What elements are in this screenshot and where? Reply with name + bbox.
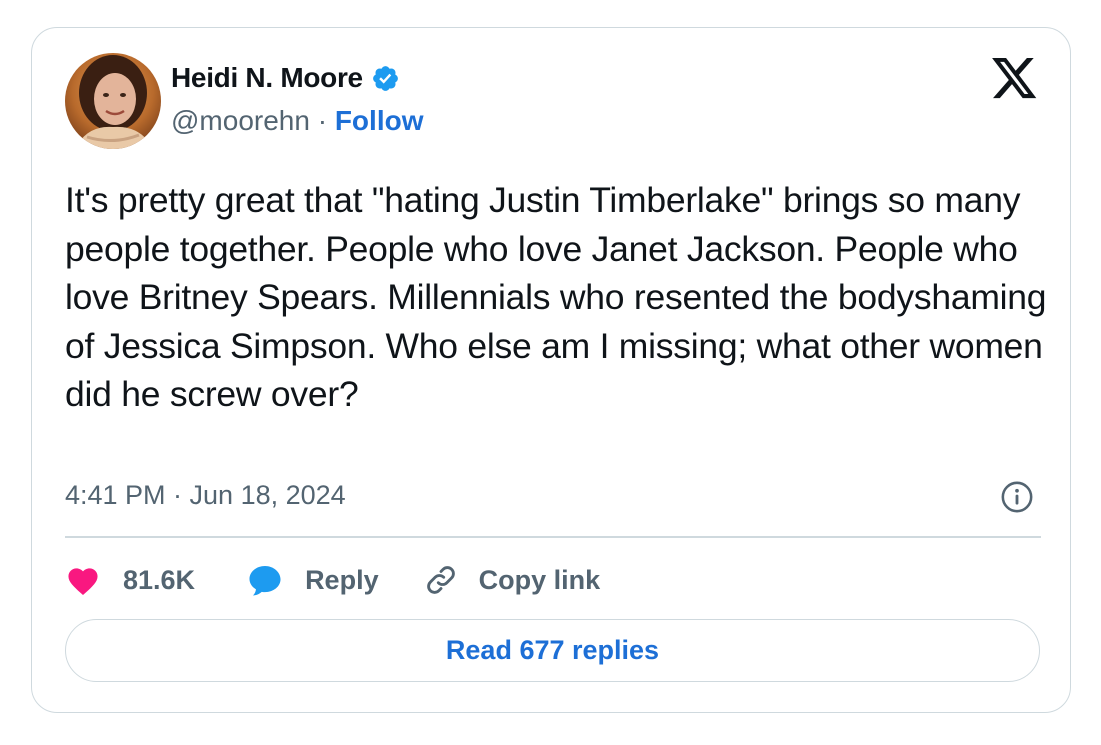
heart-icon	[65, 564, 101, 596]
tweet-timestamp[interactable]: 4:41 PM · Jun 18, 2024	[65, 480, 346, 511]
avatar-image	[65, 53, 161, 149]
copy-link-label: Copy link	[478, 564, 601, 595]
tweet-card: Heidi N. Moore @moorehn · Follow It's pr…	[31, 27, 1071, 713]
avatar[interactable]	[65, 53, 161, 149]
x-logo-icon[interactable]	[992, 58, 1038, 100]
like-count: 81.6K	[123, 564, 196, 595]
link-icon	[423, 562, 459, 598]
like-button[interactable]: 81.6K	[65, 564, 195, 596]
read-replies-button[interactable]: Read 677 replies	[65, 619, 1040, 682]
author-display-name[interactable]: Heidi N. Moore	[171, 62, 363, 94]
tweet-text: It's pretty great that "hating Justin Ti…	[65, 180, 1047, 414]
divider	[65, 536, 1041, 538]
author-name-row: Heidi N. Moore	[171, 62, 400, 94]
follow-link[interactable]: Follow	[335, 105, 424, 136]
verified-badge-icon	[371, 64, 400, 93]
reply-bubble-icon	[247, 563, 283, 597]
author-handle[interactable]: @moorehn	[171, 105, 310, 136]
author-handle-row: @moorehn · Follow	[171, 105, 423, 137]
copy-link-button[interactable]: Copy link	[423, 562, 601, 598]
info-icon[interactable]	[1000, 480, 1034, 514]
reply-label: Reply	[305, 564, 379, 595]
reply-button[interactable]: Reply	[247, 563, 379, 597]
handle-separator: ·	[309, 105, 335, 136]
action-bar: 81.6K Reply Copy link	[65, 558, 600, 602]
